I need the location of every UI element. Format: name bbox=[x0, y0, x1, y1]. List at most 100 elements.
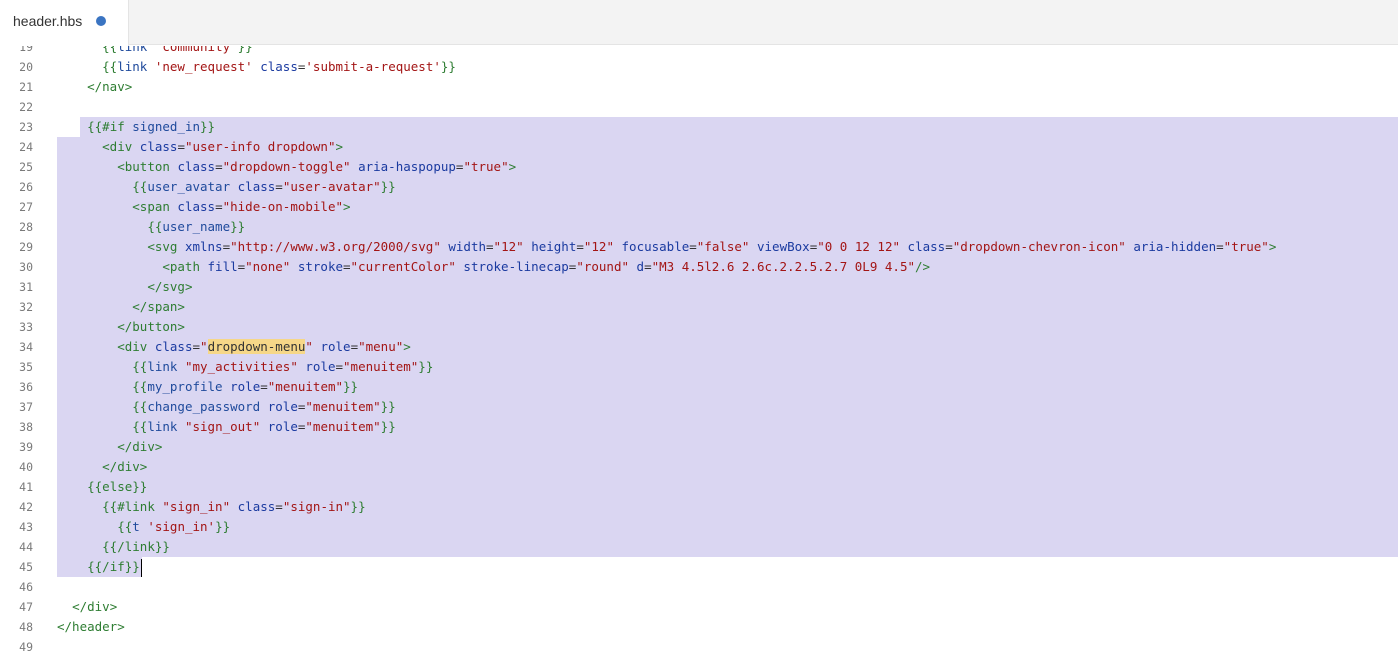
code-token: 'community' bbox=[154, 46, 238, 54]
code-text: </div> bbox=[57, 437, 162, 457]
code-content: </div> bbox=[57, 597, 1398, 617]
code-text: </nav> bbox=[57, 77, 132, 97]
code-editor[interactable]: 19 {{link 'community'}} 20 {{link 'new_re… bbox=[0, 46, 1398, 664]
code-token: "menuitem" bbox=[343, 359, 419, 374]
code-token: /> bbox=[915, 259, 931, 274]
code-token: "my_activities" bbox=[184, 359, 298, 374]
code-line[interactable]: 27 <span class="hide-on-mobile"> bbox=[0, 197, 1398, 217]
code-line[interactable]: 23 {{#if signed_in}} bbox=[0, 117, 1398, 137]
line-number: 46 bbox=[19, 580, 33, 594]
code-token: {{ bbox=[102, 539, 118, 554]
code-text: {{link "sign_out" role="menuitem"}} bbox=[57, 417, 395, 437]
code-token: link bbox=[147, 419, 185, 434]
code-token: class bbox=[177, 199, 216, 214]
code-line[interactable]: 39 </div> bbox=[0, 437, 1398, 457]
code-token: "12" bbox=[583, 239, 614, 254]
code-content: {{link 'new_request' class='submit-a-req… bbox=[57, 57, 1398, 77]
code-content: </div> bbox=[57, 457, 1398, 477]
code-line[interactable]: 45 {{/if}} bbox=[0, 557, 1398, 577]
code-content: {{#if signed_in}} bbox=[57, 117, 1398, 137]
code-token: /if bbox=[102, 559, 125, 574]
code-token: }} bbox=[418, 359, 434, 374]
line-number: 49 bbox=[19, 640, 33, 654]
code-token: = bbox=[644, 259, 652, 274]
code-line[interactable]: 47 </div> bbox=[0, 597, 1398, 617]
code-token: {{ bbox=[132, 419, 148, 434]
code-line[interactable]: 29 <svg xmlns="http://www.w3.org/2000/sv… bbox=[0, 237, 1398, 257]
code-line[interactable]: 26 {{user_avatar class="user-avatar"}} bbox=[0, 177, 1398, 197]
code-line[interactable]: 19 {{link 'community'}} bbox=[0, 46, 1398, 57]
code-token: }} bbox=[132, 479, 148, 494]
code-line[interactable]: 24 <div class="user-info dropdown"> bbox=[0, 137, 1398, 157]
code-content: </header> bbox=[57, 617, 1398, 637]
code-line[interactable]: 37 {{change_password role="menuitem"}} bbox=[0, 397, 1398, 417]
code-line[interactable]: 33 </button> bbox=[0, 317, 1398, 337]
code-line[interactable]: 21 </nav> bbox=[0, 77, 1398, 97]
code-token: = bbox=[177, 139, 185, 154]
code-line[interactable]: 49 bbox=[0, 637, 1398, 657]
code-line[interactable]: 28 {{user_name}} bbox=[0, 217, 1398, 237]
code-token: focusable bbox=[621, 239, 690, 254]
code-token: link bbox=[117, 46, 155, 54]
code-line[interactable]: 43 {{t 'sign_in'}} bbox=[0, 517, 1398, 537]
code-token: {{ bbox=[87, 119, 103, 134]
code-text: </button> bbox=[57, 317, 185, 337]
code-token: = bbox=[260, 379, 268, 394]
text-cursor bbox=[140, 558, 142, 577]
line-number: 40 bbox=[19, 460, 33, 474]
code-token: "menuitem" bbox=[305, 419, 381, 434]
code-line[interactable]: 41 {{else}} bbox=[0, 477, 1398, 497]
code-token: role bbox=[267, 399, 298, 414]
code-line[interactable]: 32 </span> bbox=[0, 297, 1398, 317]
code-line[interactable]: 20 {{link 'new_request' class='submit-a-… bbox=[0, 57, 1398, 77]
line-number: 27 bbox=[19, 200, 33, 214]
code-line[interactable]: 38 {{link "sign_out" role="menuitem"}} bbox=[0, 417, 1398, 437]
code-token: 'submit-a-request' bbox=[305, 59, 441, 74]
code-content: </nav> bbox=[57, 77, 1398, 97]
code-content: <div class="dropdown-menu" role="menu"> bbox=[57, 337, 1398, 357]
code-token: = bbox=[576, 239, 584, 254]
code-line[interactable]: 44 {{/link}} bbox=[0, 537, 1398, 557]
code-line[interactable]: 35 {{link "my_activities" role="menuitem… bbox=[0, 357, 1398, 377]
code-text: {{link "my_activities" role="menuitem"}} bbox=[57, 357, 433, 377]
editor-tab-header-hbs[interactable]: header.hbs bbox=[0, 0, 129, 46]
code-token: </div> bbox=[72, 599, 118, 614]
code-token: "user-info dropdown" bbox=[184, 139, 336, 154]
code-token: }} bbox=[343, 379, 359, 394]
code-token: "sign-in" bbox=[282, 499, 351, 514]
code-content: {{link "my_activities" role="menuitem"}} bbox=[57, 357, 1398, 377]
code-line[interactable]: 46 bbox=[0, 577, 1398, 597]
line-number: 44 bbox=[19, 540, 33, 554]
code-line[interactable]: 25 <button class="dropdown-toggle" aria-… bbox=[0, 157, 1398, 177]
code-text: {{user_avatar class="user-avatar"}} bbox=[57, 177, 395, 197]
code-text: {{change_password role="menuitem"}} bbox=[57, 397, 395, 417]
code-content: <path fill="none" stroke="currentColor" … bbox=[57, 257, 1398, 277]
code-line[interactable]: 48 </header> bbox=[0, 617, 1398, 637]
code-token: {{ bbox=[117, 519, 133, 534]
code-content: </button> bbox=[57, 317, 1398, 337]
code-line[interactable]: 34 <div class="dropdown-menu" role="menu… bbox=[0, 337, 1398, 357]
code-line[interactable]: 31 </svg> bbox=[0, 277, 1398, 297]
code-token: {{ bbox=[132, 359, 148, 374]
code-line[interactable]: 36 {{my_profile role="menuitem"}} bbox=[0, 377, 1398, 397]
code-token: link bbox=[117, 59, 155, 74]
line-number: 41 bbox=[19, 480, 33, 494]
code-token: }} bbox=[200, 119, 216, 134]
code-token: }} bbox=[124, 559, 140, 574]
code-line[interactable]: 30 <path fill="none" stroke="currentColo… bbox=[0, 257, 1398, 277]
code-line[interactable]: 40 </div> bbox=[0, 457, 1398, 477]
code-token: "sign_in" bbox=[162, 499, 231, 514]
code-content: <div class="user-info dropdown"> bbox=[57, 137, 1398, 157]
unsaved-dot-icon[interactable] bbox=[96, 16, 106, 26]
code-line[interactable]: 22 bbox=[0, 97, 1398, 117]
code-token: 'sign_in' bbox=[147, 519, 216, 534]
code-text: </div> bbox=[57, 457, 147, 477]
line-number: 36 bbox=[19, 380, 33, 394]
code-text: </svg> bbox=[57, 277, 192, 297]
code-token: > bbox=[403, 339, 411, 354]
line-number: 32 bbox=[19, 300, 33, 314]
code-line[interactable]: 42 {{#link "sign_in" class="sign-in"}} bbox=[0, 497, 1398, 517]
